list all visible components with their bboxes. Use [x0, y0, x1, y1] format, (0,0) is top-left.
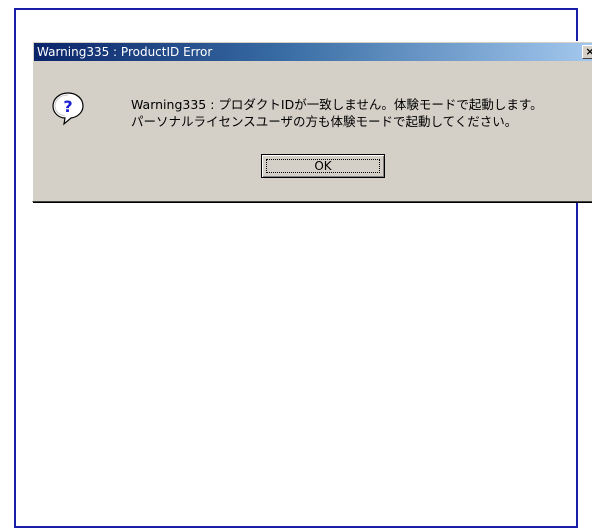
close-icon: × [585, 45, 592, 58]
warning-dialog: Warning335 : ProductID Error × ? Warning… [32, 41, 592, 202]
close-button[interactable]: × [582, 45, 592, 59]
ok-button-label: OK [314, 159, 332, 173]
dialog-message: Warning335 : プロダクトIDが一致しません。体験モードで起動します。… [131, 96, 543, 130]
question-icon: ? [52, 92, 84, 126]
dialog-titlebar[interactable]: Warning335 : ProductID Error × [34, 43, 592, 61]
dialog-title: Warning335 : ProductID Error [37, 45, 213, 59]
ok-button[interactable]: OK [261, 154, 385, 178]
svg-text:?: ? [63, 97, 72, 116]
message-line-2: パーソナルライセンスユーザの方も体験モードで起動してください。 [131, 114, 518, 129]
message-line-1: Warning335 : プロダクトIDが一致しません。体験モードで起動します。 [131, 97, 543, 112]
